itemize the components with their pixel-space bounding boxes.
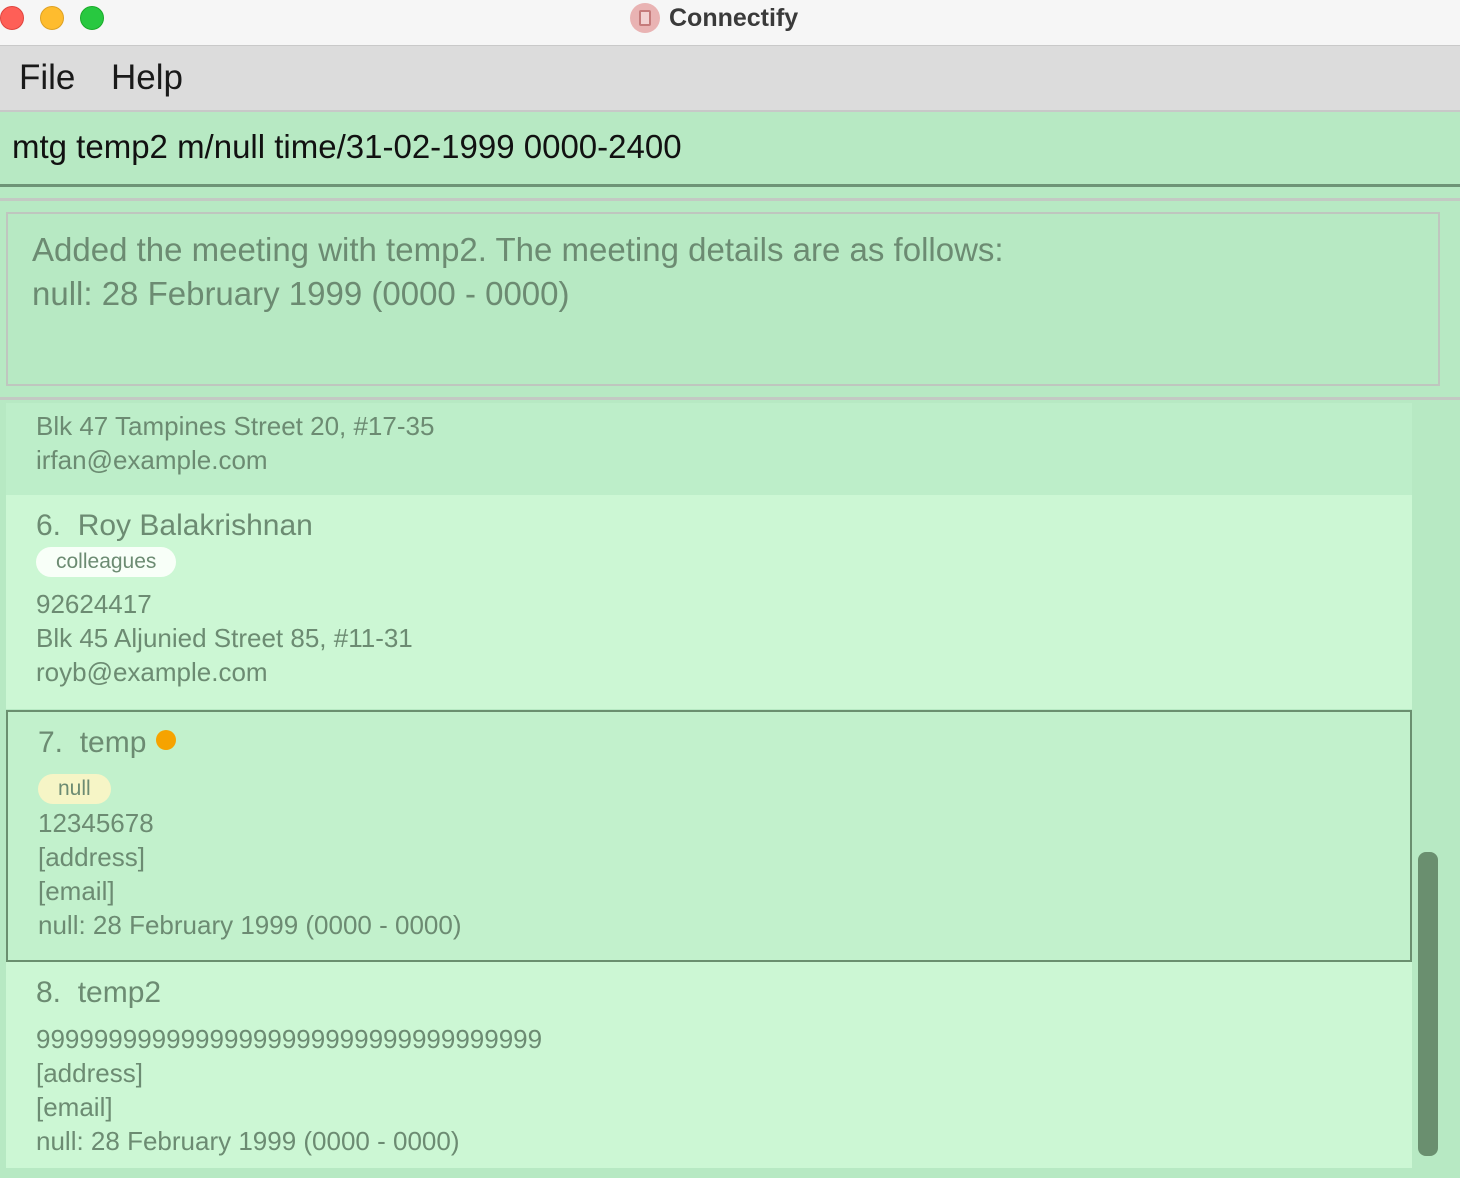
command-box bbox=[0, 112, 1460, 187]
person-name: 8. temp2 bbox=[36, 976, 162, 1009]
notebook-icon bbox=[630, 3, 660, 33]
person-card[interactable]: Blk 47 Tampines Street 20, #17-35 irfan@… bbox=[6, 403, 1412, 495]
scrollbar-thumb[interactable] bbox=[1418, 852, 1438, 1156]
tag-badge: colleagues bbox=[36, 547, 177, 577]
person-email: irfan@example.com bbox=[36, 445, 268, 475]
status-dot-icon bbox=[156, 730, 177, 751]
person-address: Blk 45 Aljunied Street 85, #11-31 bbox=[36, 623, 413, 653]
window-title: Connectify bbox=[669, 3, 799, 32]
person-meeting: null: 28 February 1999 (0000 - 0000) bbox=[36, 1126, 460, 1156]
result-display: Added the meeting with temp2. The meetin… bbox=[6, 212, 1440, 386]
person-card[interactable]: 6. Roy Balakrishnan colleagues 92624417 … bbox=[6, 495, 1412, 709]
divider bbox=[0, 397, 1460, 400]
person-name: 7. temp bbox=[38, 726, 177, 760]
command-input[interactable] bbox=[12, 128, 1442, 166]
title-bar: Connectify bbox=[0, 0, 1460, 46]
divider bbox=[0, 198, 1460, 201]
person-phone: 12345678 bbox=[38, 808, 154, 838]
menu-help[interactable]: Help bbox=[111, 58, 183, 98]
person-email: royb@example.com bbox=[36, 657, 268, 687]
person-email: [email] bbox=[38, 876, 115, 906]
person-address: Blk 47 Tampines Street 20, #17-35 bbox=[36, 411, 435, 441]
close-window-button[interactable] bbox=[0, 6, 24, 30]
result-line-2: null: 28 February 1999 (0000 - 0000) bbox=[32, 275, 570, 312]
person-list[interactable]: Blk 47 Tampines Street 20, #17-35 irfan@… bbox=[6, 403, 1412, 1168]
person-card-selected[interactable]: 7. temp null 12345678 [address] [email] … bbox=[6, 710, 1412, 962]
menu-bar: File Help bbox=[0, 46, 1460, 112]
menu-file[interactable]: File bbox=[19, 58, 75, 98]
tag-badge: null bbox=[38, 774, 111, 804]
person-phone: 99999999999999999999999999999999999 bbox=[36, 1024, 543, 1054]
person-email: [email] bbox=[36, 1092, 113, 1122]
person-phone: 92624417 bbox=[36, 589, 152, 619]
person-name: 6. Roy Balakrishnan bbox=[36, 509, 313, 542]
zoom-window-button[interactable] bbox=[80, 6, 104, 30]
person-address: [address] bbox=[38, 842, 145, 872]
person-meeting: null: 28 February 1999 (0000 - 0000) bbox=[38, 910, 462, 940]
result-line-1: Added the meeting with temp2. The meetin… bbox=[32, 231, 1004, 268]
minimize-window-button[interactable] bbox=[40, 6, 64, 30]
person-card[interactable]: 8. temp2 9999999999999999999999999999999… bbox=[6, 962, 1412, 1168]
window-title-group: Connectify bbox=[630, 2, 798, 34]
person-address: [address] bbox=[36, 1058, 143, 1088]
